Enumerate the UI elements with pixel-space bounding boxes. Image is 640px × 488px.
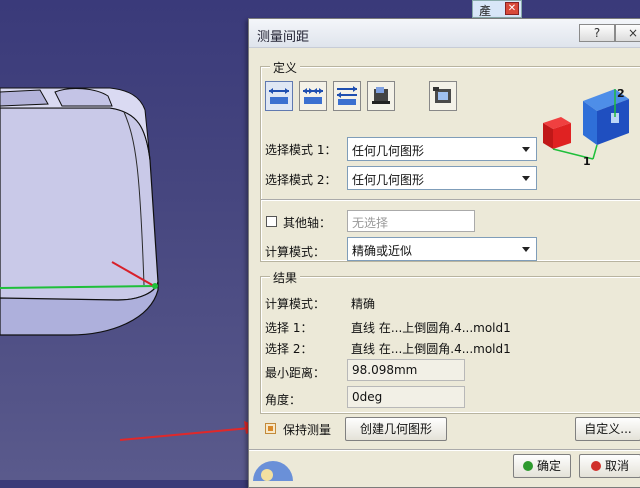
calc-mode-label: 计算模式： [265, 245, 326, 259]
select-mode-1-dropdown[interactable]: 任何几何图形 [347, 137, 537, 161]
create-geometry-button[interactable]: 创建几何图形 [345, 417, 447, 441]
measure-between-icon[interactable] [265, 81, 293, 111]
ok-icon [522, 461, 533, 471]
title-bar[interactable]: 测量间距 ? × [249, 19, 640, 48]
measure-fan-icon[interactable] [333, 81, 361, 111]
divider [261, 199, 640, 201]
result-select1-value: 直线 在...上倒圆角.4...mold1 [351, 321, 511, 335]
measure-item-icon[interactable] [367, 81, 395, 111]
cancel-icon [590, 461, 601, 471]
background-window-title: 產 [479, 4, 492, 18]
chevron-down-icon [522, 176, 530, 181]
min-distance-value: 98.098mm [347, 359, 465, 381]
other-axis-field[interactable]: 无选择 [347, 210, 475, 232]
select-mode-1-label: 选择模式 1： [265, 143, 337, 157]
measure-thickness-icon[interactable] [429, 81, 457, 111]
ok-button[interactable]: 确定 [513, 454, 571, 478]
customize-button[interactable]: 自定义... [575, 417, 640, 441]
help-button[interactable]: ? [579, 24, 615, 42]
preview-label-a: 2 [617, 87, 625, 100]
select-mode-2-label: 选择模式 2： [265, 173, 337, 187]
result-calc-mode-value: 精确 [351, 297, 376, 311]
close-icon[interactable]: ✕ [505, 2, 519, 15]
results-legend: 结果 [270, 269, 301, 286]
select-mode-2-dropdown[interactable]: 任何几何图形 [347, 166, 537, 190]
globe-icon [253, 461, 293, 481]
other-axis-checkbox[interactable] [266, 216, 277, 227]
chevron-down-icon [522, 147, 530, 152]
cancel-label: 取消 [604, 459, 629, 473]
chevron-down-icon [522, 247, 530, 252]
measure-preview-image: 2 1 [543, 87, 629, 168]
divider [249, 449, 640, 451]
measure-chain-icon[interactable] [299, 81, 327, 111]
result-select1-label: 选择 1： [265, 321, 313, 335]
calc-mode-value: 精确或近似 [352, 244, 413, 258]
other-axis-label: 其他轴： [283, 216, 332, 230]
keep-measure-label: 保持测量 [283, 423, 332, 437]
measure-between-dialog: 测量间距 ? × 定义 2 1 选择模式 1： 任何几何图形 选择模式 2： 任… [248, 18, 640, 488]
result-select2-label: 选择 2： [265, 342, 313, 356]
min-distance-label: 最小距离： [265, 366, 326, 380]
close-button[interactable]: × [615, 24, 640, 42]
definition-legend: 定义 [270, 59, 301, 76]
ok-label: 确定 [536, 459, 561, 473]
angle-label: 角度： [265, 393, 302, 407]
result-calc-mode-label: 计算模式： [265, 297, 326, 311]
calc-mode-dropdown[interactable]: 精确或近似 [347, 237, 537, 261]
angle-value: 0deg [347, 386, 465, 408]
select-mode-1-value: 任何几何图形 [352, 144, 425, 158]
keep-measure-checkbox[interactable] [265, 423, 276, 434]
cancel-button[interactable]: 取消 [579, 454, 640, 478]
select-mode-2-value: 任何几何图形 [352, 173, 425, 187]
dialog-title: 测量间距 [257, 30, 310, 45]
background-window[interactable]: 產 ✕ [472, 0, 522, 18]
result-select2-value: 直线 在...上倒圆角.4...mold1 [351, 342, 511, 356]
preview-label-b: 1 [583, 155, 591, 168]
